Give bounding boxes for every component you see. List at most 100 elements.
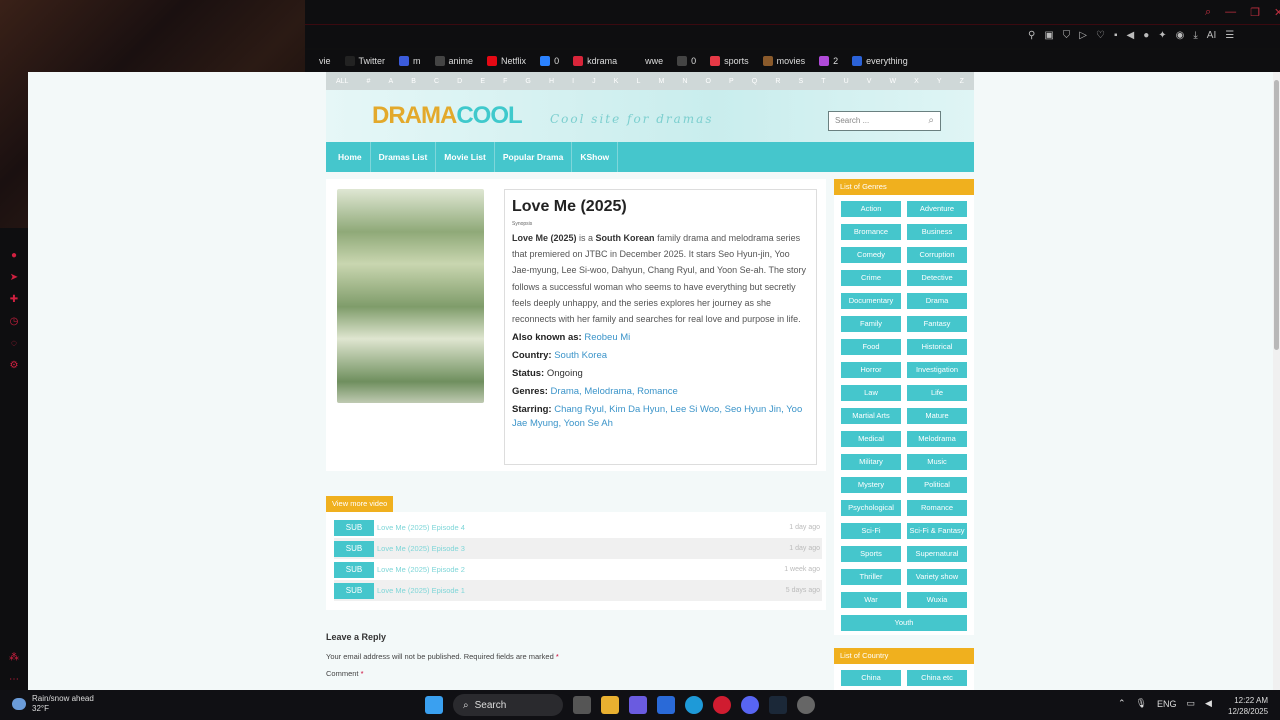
search-icon[interactable]: ⌕ xyxy=(1205,6,1211,19)
bookmark-item[interactable]: everything xyxy=(852,56,908,66)
nav-item[interactable]: Movie List xyxy=(436,142,495,172)
episode-row[interactable]: SUB Love Me (2025) Episode 41 day ago xyxy=(334,517,822,538)
genre-tag[interactable]: Business xyxy=(907,224,967,240)
genre-tag[interactable]: Martial Arts xyxy=(841,408,901,424)
menu-icon[interactable]: ☰ xyxy=(1225,30,1234,41)
genre-tag[interactable]: Romance xyxy=(907,500,967,516)
country-link[interactable]: South Korea xyxy=(554,350,607,361)
genre-tag[interactable]: Historical xyxy=(907,339,967,355)
genre-tag[interactable]: Food xyxy=(841,339,901,355)
genre-tag[interactable]: Life xyxy=(907,385,967,401)
weather-widget[interactable]: Rain/snow ahead 32°F xyxy=(12,694,94,714)
volume-icon[interactable]: ◀ xyxy=(1205,698,1212,709)
genre-tag[interactable]: Horror xyxy=(841,362,901,378)
bookmark-item[interactable]: 0 xyxy=(677,56,696,66)
avatar-icon[interactable]: ◉ xyxy=(1176,30,1185,41)
genre-tag[interactable]: Comedy xyxy=(841,247,901,263)
alphabet-link[interactable]: F xyxy=(503,78,507,85)
episode-title[interactable]: Love Me (2025) Episode 2 xyxy=(377,565,784,574)
alphabet-link[interactable]: R xyxy=(775,78,780,85)
tab-icon[interactable]: ▣ xyxy=(1044,30,1053,41)
genre-tag[interactable]: Political xyxy=(907,477,967,493)
nav-item[interactable]: KShow xyxy=(572,142,619,172)
genre-tag[interactable]: Drama xyxy=(907,293,967,309)
alphabet-link[interactable]: V xyxy=(867,78,872,85)
puzzle-icon[interactable]: ✦ xyxy=(1158,30,1166,41)
window-controls[interactable]: ⌕ — ❐ ✕ xyxy=(1205,6,1280,19)
genre-tag[interactable]: Mystery xyxy=(841,477,901,493)
alphabet-link[interactable]: L xyxy=(636,78,640,85)
mic-icon[interactable]: 🎙 xyxy=(1136,698,1147,709)
episode-row[interactable]: SUB Love Me (2025) Episode 21 week ago xyxy=(334,559,822,580)
history-icon[interactable]: ◷ xyxy=(8,316,20,328)
genre-tag[interactable]: Corruption xyxy=(907,247,967,263)
bookmark-item[interactable]: 0 xyxy=(540,56,559,66)
twitch-icon[interactable]: ▪ xyxy=(1114,30,1118,41)
alphabet-link[interactable]: O xyxy=(706,78,711,85)
taskbar-clock[interactable]: 12:22 AM 12/28/2025 xyxy=(1228,695,1268,717)
genre-tag[interactable]: Youth xyxy=(841,615,967,631)
alphabet-link[interactable]: I xyxy=(572,78,574,85)
edge-icon[interactable] xyxy=(685,696,703,714)
aka-link[interactable]: Reobeu Mi xyxy=(584,332,630,343)
file-explorer-icon[interactable] xyxy=(601,696,619,714)
bookmark-item[interactable]: Twitter xyxy=(344,56,385,66)
alphabet-link[interactable]: J xyxy=(592,78,596,85)
bookmark-item[interactable]: Netflix xyxy=(487,56,526,66)
shield-icon[interactable]: ⛉ xyxy=(1063,30,1071,41)
copilot-icon[interactable] xyxy=(629,696,647,714)
genre-tag[interactable]: Wuxia xyxy=(907,592,967,608)
taskbar-search[interactable]: ⌕ Search xyxy=(453,694,563,716)
bookmark-item[interactable]: 2 xyxy=(819,56,838,66)
genre-tag[interactable]: Documentary xyxy=(841,293,901,309)
heart-icon[interactable]: ♡ xyxy=(1096,30,1105,41)
volume-icon[interactable]: ◀ xyxy=(1127,30,1135,41)
episode-title[interactable]: Love Me (2025) Episode 1 xyxy=(377,586,786,595)
genre-tag[interactable]: Sports xyxy=(841,546,901,562)
search-input[interactable]: Search ... ⌕ xyxy=(828,111,941,131)
genre-tag[interactable]: Family xyxy=(841,316,901,332)
alphabet-link[interactable]: S xyxy=(798,78,803,85)
alphabet-link[interactable]: B xyxy=(411,78,416,85)
alphabet-link[interactable]: N xyxy=(682,78,687,85)
store-icon[interactable] xyxy=(657,696,675,714)
genre-tag[interactable]: Mature xyxy=(907,408,967,424)
task-view-icon[interactable] xyxy=(573,696,591,714)
alphabet-link[interactable]: X xyxy=(914,78,919,85)
alphabet-link[interactable]: U xyxy=(844,78,849,85)
genre-tag[interactable]: Detective xyxy=(907,270,967,286)
discord-icon[interactable] xyxy=(741,696,759,714)
more-icon[interactable]: ⋯ xyxy=(8,674,20,686)
genre-tag[interactable]: Crime xyxy=(841,270,901,286)
alphabet-link[interactable]: A xyxy=(389,78,394,85)
display-icon[interactable]: ▭ xyxy=(1187,698,1196,709)
record-icon[interactable]: ● xyxy=(8,250,20,262)
ai-button[interactable]: AI xyxy=(1207,30,1216,41)
download-icon[interactable]: ⤓ xyxy=(1193,30,1197,41)
scrollbar-thumb[interactable] xyxy=(1274,80,1279,350)
genre-tag[interactable]: War xyxy=(841,592,901,608)
genres-links[interactable]: Drama, Melodrama, Romance xyxy=(551,386,678,397)
alphabet-link[interactable]: P xyxy=(729,78,734,85)
chat-icon[interactable]: ◌ xyxy=(8,338,20,350)
alphabet-link[interactable]: C xyxy=(434,78,439,85)
genre-tag[interactable]: Thriller xyxy=(841,569,901,585)
alphabet-link[interactable]: Q xyxy=(752,78,757,85)
genre-tag[interactable]: Supernatural xyxy=(907,546,967,562)
genre-tag[interactable]: Fantasy xyxy=(907,316,967,332)
genre-tag[interactable]: Sci-Fi xyxy=(841,523,901,539)
bookmark-item[interactable]: movies xyxy=(762,56,805,66)
episode-title[interactable]: Love Me (2025) Episode 3 xyxy=(377,544,789,553)
s-extension-icon[interactable]: ● xyxy=(1143,30,1149,41)
close-icon[interactable]: ✕ xyxy=(1274,6,1280,19)
bookmark-item[interactable]: vie xyxy=(305,56,331,66)
country-tag[interactable]: China xyxy=(841,670,901,686)
genre-tag[interactable]: Law xyxy=(841,385,901,401)
bookmark-item[interactable]: m xyxy=(399,56,421,66)
site-logo[interactable]: DRAMACOOL xyxy=(372,102,523,130)
episode-title[interactable]: Love Me (2025) Episode 4 xyxy=(377,523,789,532)
steam-icon[interactable] xyxy=(769,696,787,714)
alphabet-link[interactable]: W xyxy=(889,78,896,85)
genre-tag[interactable]: Psychological xyxy=(841,500,901,516)
play-icon[interactable]: ▷ xyxy=(1079,30,1087,41)
